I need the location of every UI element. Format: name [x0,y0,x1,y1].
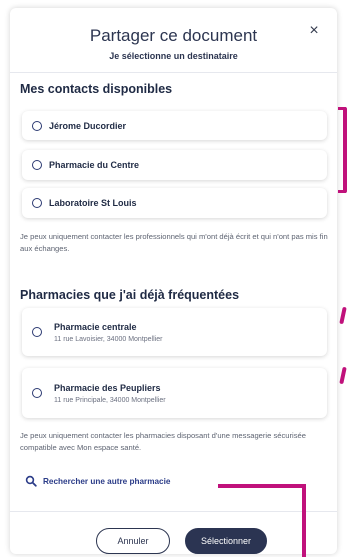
radio-button[interactable] [32,327,42,337]
pharmacy-option-1[interactable]: Pharmacie des Peupliers 11 rue Principal… [22,368,327,418]
annotation-tick [339,306,347,325]
contact-name: Pharmacie du Centre [49,160,140,170]
dialog-subtitle: Je sélectionne un destinataire [109,51,238,61]
annotation-tick [339,366,347,385]
annotation-bracket [343,107,347,193]
search-pharmacy-label: Rechercher une autre pharmacie [43,476,171,486]
pharmacy-info: Pharmacie centrale 11 rue Lavoisier, 340… [54,322,162,343]
pharmacy-info: Pharmacie des Peupliers 11 rue Principal… [54,383,166,404]
contacts-note: Je peux uniquement contacter les profess… [20,232,328,253]
pharmacy-option-0[interactable]: Pharmacie centrale 11 rue Lavoisier, 340… [22,308,327,356]
dialog-title: Partager ce document [89,26,258,45]
dialog-header: Partager ce document Je sélectionne un d… [10,8,337,72]
annotation-bracket-bottom [338,190,346,193]
contact-name: Jérome Ducordier [49,120,127,131]
pharmacy-name: Pharmacie centrale [54,321,137,332]
annotation-bracket-top [338,107,346,110]
contact-option-0[interactable]: Jérome Ducordier [22,111,327,140]
select-button[interactable]: Sélectionner [185,528,267,554]
header-divider [10,72,337,73]
share-document-dialog: Partager ce document Je sélectionne un d… [10,8,337,554]
radio-button[interactable] [32,388,42,398]
contact-option-2[interactable]: Laboratoire St Louis [22,188,327,218]
cancel-button[interactable]: Annuler [96,528,170,554]
pharmacies-heading: Pharmacies que j'ai déjà fréquentées [20,288,240,302]
footer-divider [10,511,337,512]
contact-name: Laboratoire St Louis [49,198,137,208]
radio-button[interactable] [32,160,42,170]
pharmacy-address: 11 rue Lavoisier, 34000 Montpellier [54,335,163,343]
contact-option-1[interactable]: Pharmacie du Centre [22,150,327,180]
search-pharmacy-link[interactable]: Rechercher une autre pharmacie [25,475,170,487]
close-icon[interactable]: × [305,22,323,40]
pharmacy-address: 11 rue Principale, 34000 Montpellier [54,396,166,404]
pharmacy-name: Pharmacie des Peupliers [54,382,161,393]
annotation-line [302,484,306,557]
contacts-heading: Mes contacts disponibles [20,82,173,96]
radio-button[interactable] [32,198,42,208]
pharmacies-note: Je peux uniquement contacter les pharmac… [20,431,306,452]
radio-button[interactable] [32,120,42,131]
search-icon [25,475,37,487]
annotation-line [218,484,306,488]
